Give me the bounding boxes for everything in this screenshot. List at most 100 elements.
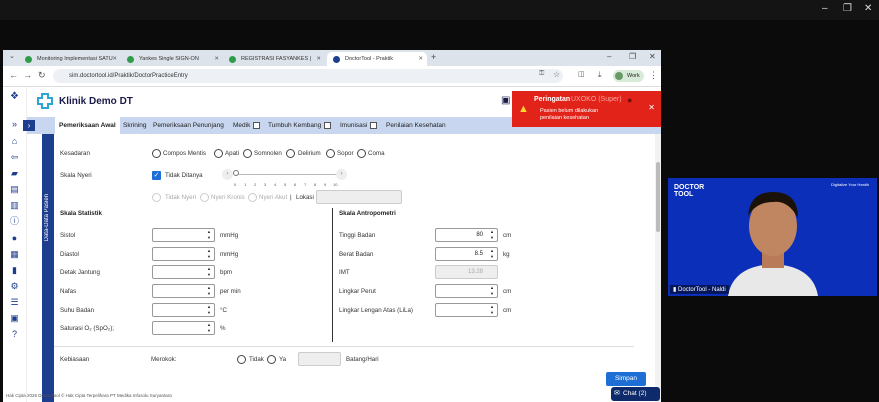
bookmark-star-icon[interactable]: ☆ (553, 70, 560, 79)
radio-merokok-tidak[interactable] (237, 355, 246, 364)
grid-icon[interactable]: ▦ (9, 249, 20, 260)
slider-thumb[interactable] (233, 170, 239, 176)
extensions-icon[interactable]: ◫ (578, 70, 585, 78)
radio-compos-mentis[interactable] (152, 149, 161, 158)
restore-icon[interactable]: ❐ (843, 3, 852, 14)
back-icon[interactable]: ← (9, 70, 18, 80)
tab-checkbox[interactable] (324, 121, 332, 129)
home-icon[interactable]: ⌂ (9, 136, 20, 147)
browser-tab-yankes[interactable]: Yankes Single SIGN-ON ✕ (121, 52, 223, 66)
minimize-icon[interactable]: – (607, 52, 611, 61)
menu-kebab-icon[interactable]: ⋮ (649, 70, 658, 81)
app-logo-icon[interactable]: ❖ (9, 91, 20, 102)
radio-nyeri-kronis[interactable] (200, 193, 209, 202)
collapse-panel-icon[interactable]: › (23, 120, 35, 131)
tab-pemeriksaan-penunjang[interactable]: Pemeriksaan Penunjang (153, 117, 224, 134)
list-icon[interactable]: ☰ (9, 297, 20, 308)
sistol-input[interactable]: ▲ ▼ (152, 228, 215, 242)
browser-tab-registrasi[interactable]: REGISTRASI FASYANKES | ✕ (223, 52, 325, 66)
report-icon[interactable]: ▣ (9, 313, 20, 324)
stepper-icon[interactable]: ▲ ▼ (490, 304, 494, 316)
restore-icon[interactable]: ❐ (629, 52, 636, 61)
slider-left-icon[interactable]: ‹ (222, 169, 233, 180)
tab-skrining[interactable]: Skrining (123, 117, 146, 134)
stepper-icon[interactable]: ▲ ▼ (207, 304, 211, 316)
reload-icon[interactable]: ↻ (38, 70, 46, 81)
tinggi-badan-input[interactable]: 80 ▲ ▼ (435, 228, 498, 242)
scrollbar-thumb[interactable] (656, 162, 660, 232)
stepper-icon[interactable]: ▲ ▼ (207, 229, 211, 241)
nafas-label: Nafas (60, 288, 77, 295)
tab-checkbox[interactable] (370, 121, 378, 129)
login-icon[interactable]: ⇦ (9, 152, 20, 163)
monitor-icon[interactable]: ▣ (501, 95, 510, 106)
stepper-icon[interactable]: ▲ ▼ (207, 266, 211, 278)
close-icon[interactable]: ✕ (864, 3, 872, 14)
user-icon[interactable]: ● (627, 95, 637, 105)
expand-sidebar-icon[interactable]: » (9, 119, 20, 130)
radio-tidak-nyeri[interactable] (152, 193, 161, 202)
batang-per-hari-input[interactable] (298, 352, 341, 366)
radio-merokok-ya[interactable] (267, 355, 276, 364)
close-tab-icon[interactable]: ✕ (112, 52, 117, 66)
save-button[interactable]: Simpan (606, 372, 646, 386)
user-icon[interactable]: ● (9, 233, 20, 244)
tab-search-icon[interactable]: ⌄ (9, 52, 15, 60)
saturasi-input[interactable]: ▲ ▼ (152, 321, 215, 335)
browser-tab-monitoring[interactable]: Monitoring Implementasi SATU ✕ (19, 52, 121, 66)
radio-apati[interactable] (214, 149, 223, 158)
suhu-badan-input[interactable]: ▲ ▼ (152, 303, 215, 317)
lila-input[interactable]: ▲ ▼ (435, 303, 498, 317)
tidak-ditanya-checkbox[interactable]: ✓ (152, 171, 161, 180)
forward-icon[interactable]: → (23, 70, 32, 80)
stepper-icon[interactable]: ▲ ▼ (490, 248, 494, 260)
slider-right-icon[interactable]: › (336, 169, 347, 180)
browser-tab-doctortool[interactable]: DoctorTool - Praktik ✕ (327, 52, 427, 66)
stepper-icon[interactable]: ▲ ▼ (207, 322, 211, 334)
vertical-scrollbar[interactable] (655, 134, 661, 402)
tab-medik[interactable]: Medik (233, 117, 261, 134)
radio-nyeri-akut[interactable] (248, 193, 257, 202)
key-icon[interactable]: ⚿ (539, 70, 544, 78)
chart-icon[interactable]: ▮ (9, 265, 20, 276)
tab-checkbox[interactable] (253, 121, 261, 129)
patient-data-side-tab[interactable]: Data-Data Pasien (42, 134, 54, 402)
berat-badan-input[interactable]: 8.5 ▲ ▼ (435, 247, 498, 261)
stepper-icon[interactable]: ▲ ▼ (490, 229, 494, 241)
radio-delirium[interactable] (286, 149, 295, 158)
tab-penilaian-kesehatan[interactable]: Penilaian Kesehatan (386, 117, 446, 134)
stepper-icon[interactable]: ▲ ▼ (490, 285, 494, 297)
help-icon[interactable]: ? (9, 329, 20, 340)
chat-button[interactable]: ✉ Chat (2) (611, 387, 660, 401)
folder-icon[interactable]: ▰ (9, 168, 20, 179)
url-bar[interactable]: sim.doctortool.id/Praktik/DoctorPractice… (53, 69, 563, 83)
tab-imunisasi[interactable]: Imunisasi (340, 117, 378, 134)
close-tab-icon[interactable]: ✕ (418, 52, 423, 66)
tab-tumbuh-kembang[interactable]: Tumbuh Kembang (268, 117, 332, 134)
radio-coma[interactable] (357, 149, 366, 158)
clipboard-icon[interactable]: ▤ (9, 184, 20, 195)
radio-somnolen[interactable] (243, 149, 252, 158)
settings-icon[interactable]: ⚙ (9, 281, 20, 292)
close-tab-icon[interactable]: ✕ (214, 52, 219, 66)
lokasi-input[interactable] (316, 190, 402, 204)
minimize-icon[interactable]: – (822, 3, 828, 14)
close-icon[interactable]: ✕ (649, 52, 656, 61)
nafas-input[interactable]: ▲ ▼ (152, 284, 215, 298)
pain-scale-slider[interactable]: ‹ › (222, 169, 350, 181)
close-tab-icon[interactable]: ✕ (316, 52, 321, 66)
detak-jantung-input[interactable]: ▲ ▼ (152, 265, 215, 279)
new-tab-icon[interactable]: + (431, 52, 436, 62)
info-icon[interactable]: ⓘ (9, 216, 20, 227)
video-call-tile[interactable]: DOCTOR TOOL Digitalize Your Health ▮ Doc… (668, 178, 877, 296)
lingkar-perut-input[interactable]: ▲ ▼ (435, 284, 498, 298)
stepper-icon[interactable]: ▲ ▼ (207, 285, 211, 297)
tab-pemeriksaan-awal[interactable]: Pemeriksaan Awal (55, 117, 120, 134)
profile-button[interactable]: Work (613, 70, 644, 82)
document-icon[interactable]: ▥ (9, 200, 20, 211)
diastol-input[interactable]: ▲ ▼ (152, 247, 215, 261)
stepper-icon[interactable]: ▲ ▼ (207, 248, 211, 260)
radio-sopor[interactable] (326, 149, 335, 158)
download-icon[interactable]: ⤓ (598, 70, 602, 80)
close-icon[interactable]: ✕ (648, 103, 655, 112)
